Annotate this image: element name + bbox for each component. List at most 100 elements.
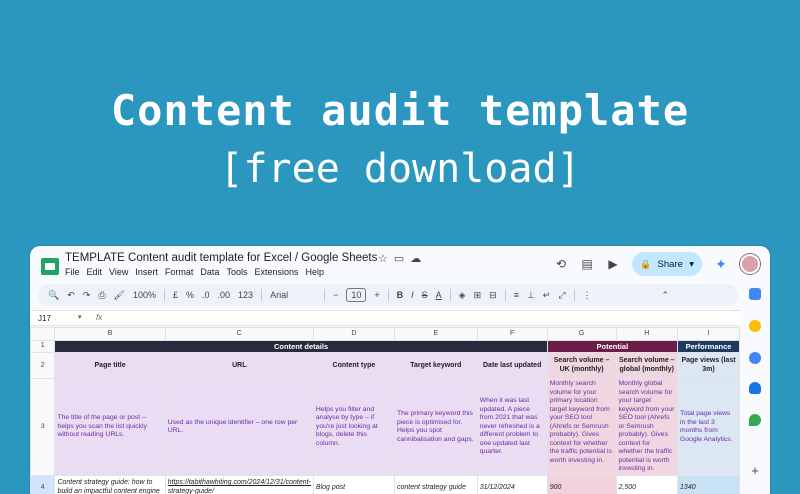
header-cell[interactable]: Target keyword <box>393 352 478 380</box>
description-cell[interactable]: The title of the page or post – helps yo… <box>54 378 166 476</box>
sheets-logo-icon[interactable] <box>41 258 59 275</box>
row-header[interactable]: 3 <box>30 378 56 476</box>
move-folder-icon[interactable]: ▭ <box>394 253 410 265</box>
collapse-toolbar-icon[interactable]: ⌃ <box>662 290 670 301</box>
band-content-details[interactable]: Content details <box>54 339 548 354</box>
increase-decimal-button[interactable]: .00 <box>218 290 231 300</box>
description-cell[interactable]: Monthly global search volume for your ta… <box>615 378 679 476</box>
menu-edit[interactable]: Edit <box>87 267 103 277</box>
comments-icon[interactable]: ▤ <box>580 257 594 271</box>
font-select[interactable]: Arial <box>270 290 316 300</box>
decrease-decimal-button[interactable]: .0 <box>202 290 210 300</box>
header-cell[interactable]: Search volume – UK (monthly) <box>546 352 617 380</box>
header-cell[interactable]: URL <box>164 352 314 380</box>
bold-button[interactable]: B <box>397 290 404 300</box>
data-cell[interactable]: Content strategy guide: how to build an … <box>54 474 166 494</box>
zoom-select[interactable]: 100% <box>133 290 156 300</box>
menu-help[interactable]: Help <box>305 267 324 277</box>
row-header[interactable]: 4 <box>30 474 56 494</box>
chevron-down-icon[interactable]: ▾ <box>689 259 694 270</box>
menu-data[interactable]: Data <box>200 267 219 277</box>
share-button[interactable]: 🔒 Share ▾ <box>632 252 702 276</box>
print-icon[interactable]: ⎙ <box>98 290 105 301</box>
redo-icon[interactable]: ↷ <box>83 290 91 301</box>
cloud-status-icon[interactable]: ☁ <box>410 253 427 265</box>
description-cell[interactable]: Total page views in the last 3 months fr… <box>677 378 740 476</box>
column-header[interactable]: D <box>312 327 395 341</box>
add-addon-icon[interactable]: + <box>749 464 761 477</box>
column-header[interactable]: C <box>164 327 314 341</box>
row-header[interactable]: 1 <box>30 339 56 354</box>
keep-icon[interactable] <box>749 320 761 332</box>
select-all-corner[interactable] <box>30 327 56 341</box>
gemini-icon[interactable]: ✦ <box>714 257 728 271</box>
column-header[interactable]: G <box>546 327 617 341</box>
menu-format[interactable]: Format <box>165 267 194 277</box>
description-cell[interactable]: When it was last updated. A piece from 2… <box>476 378 548 476</box>
tasks-icon[interactable] <box>749 352 761 364</box>
meet-icon[interactable]: ▶ <box>606 257 620 271</box>
band-potential[interactable]: Potential <box>546 339 679 354</box>
data-cell[interactable]: content strategy guide <box>393 474 478 494</box>
header-cell[interactable]: Content type <box>312 352 395 380</box>
header-cell[interactable]: Date last updated <box>476 352 548 380</box>
chevron-down-icon[interactable]: ▾ <box>78 313 82 321</box>
menu-file[interactable]: File <box>65 267 80 277</box>
column-header[interactable]: E <box>393 327 478 341</box>
document-title[interactable]: TEMPLATE Content audit template for Exce… <box>65 252 377 264</box>
header-cell[interactable]: Page views (last 3m) <box>677 352 740 380</box>
more-options-icon[interactable]: ⋮ <box>583 290 592 301</box>
data-cell[interactable]: Blog post <box>312 474 395 494</box>
align-horizontal-icon[interactable]: ≡ <box>514 290 519 300</box>
percent-format-button[interactable]: % <box>186 290 194 300</box>
align-vertical-icon[interactable]: ⊥ <box>527 290 535 301</box>
header-cell[interactable]: Page title <box>54 352 166 380</box>
data-cell[interactable]: 2,500 <box>615 474 679 494</box>
text-color-button[interactable]: A <box>436 290 442 300</box>
number-format-button[interactable]: 123 <box>238 290 253 300</box>
text-wrap-icon[interactable]: ↵ <box>543 290 551 301</box>
data-cell[interactable]: 900 <box>546 474 617 494</box>
name-box[interactable]: J17 <box>38 314 51 323</box>
calendar-icon[interactable] <box>749 288 761 300</box>
undo-icon[interactable]: ↶ <box>67 290 75 301</box>
menu-insert[interactable]: Insert <box>135 267 158 277</box>
borders-icon[interactable]: ⊞ <box>474 290 482 301</box>
currency-format-button[interactable]: £ <box>173 290 178 300</box>
maps-icon[interactable] <box>749 414 761 426</box>
strikethrough-button[interactable]: S <box>422 290 428 300</box>
column-header[interactable]: I <box>677 327 740 341</box>
merge-cells-icon[interactable]: ⊟ <box>489 290 497 301</box>
paint-format-icon[interactable]: 🖌 <box>114 290 125 301</box>
font-size-input[interactable]: 10 <box>346 288 367 302</box>
spreadsheet-grid[interactable]: B C D E F G H I 1 Content details Potent… <box>30 327 740 494</box>
table-row: 2 Page title URL Content type Target key… <box>30 352 740 380</box>
decrease-font-size-button[interactable]: − <box>333 290 338 300</box>
increase-font-size-button[interactable]: + <box>374 290 379 300</box>
table-row: 1 Content details Potential Performance <box>30 339 740 354</box>
data-cell[interactable]: 31/12/2024 <box>476 474 548 494</box>
menu-view[interactable]: View <box>109 267 128 277</box>
row-header[interactable]: 2 <box>30 352 56 380</box>
data-cell[interactable]: 1340 <box>677 474 740 494</box>
menu-extensions[interactable]: Extensions <box>254 267 298 277</box>
star-icon[interactable]: ☆ <box>378 253 394 265</box>
italic-button[interactable]: I <box>411 290 414 300</box>
history-icon[interactable]: ⟲ <box>554 257 568 271</box>
column-header[interactable]: B <box>54 327 166 341</box>
contacts-icon[interactable] <box>749 382 761 394</box>
description-cell[interactable]: Helps you filter and analyse by type – i… <box>312 378 395 476</box>
url-cell[interactable]: https://tabithawhiting.com/2024/12/31/co… <box>164 474 314 494</box>
column-header[interactable]: H <box>615 327 679 341</box>
band-performance[interactable]: Performance <box>677 339 740 354</box>
avatar[interactable] <box>740 254 760 274</box>
menu-tools[interactable]: Tools <box>226 267 247 277</box>
text-rotation-icon[interactable]: ⤢ <box>558 290 565 301</box>
description-cell[interactable]: Used as the unique identifier – one row … <box>164 378 314 476</box>
description-cell[interactable]: Monthly search volume for your primary l… <box>546 378 617 476</box>
fill-color-icon[interactable]: ◈ <box>459 290 466 301</box>
header-cell[interactable]: Search volume – global (monthly) <box>615 352 679 380</box>
search-menus-icon[interactable]: 🔍 <box>48 290 59 301</box>
description-cell[interactable]: The primary keyword this piece is optimi… <box>393 378 478 476</box>
column-header[interactable]: F <box>476 327 548 341</box>
